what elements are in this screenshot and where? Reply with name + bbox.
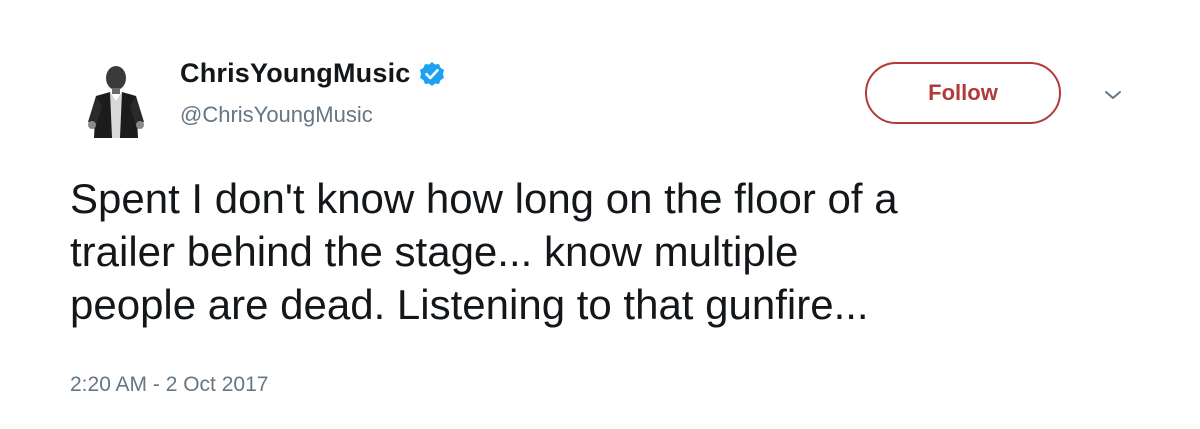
tweet-timestamp[interactable]: 2:20 AM - 2 Oct 2017 <box>70 373 268 397</box>
user-name-row[interactable]: ChrisYoungMusic <box>180 58 445 89</box>
display-name[interactable]: ChrisYoungMusic <box>180 58 411 89</box>
tweet-text: Spent I don't know how long on the floor… <box>70 175 898 328</box>
verified-badge-icon <box>419 61 445 87</box>
avatar[interactable] <box>70 52 162 144</box>
profile-photo-person-icon <box>70 52 162 144</box>
chevron-down-icon[interactable] <box>1100 86 1126 104</box>
follow-button[interactable]: Follow <box>865 62 1061 124</box>
tweet-card: ChrisYoungMusic @ChrisYoungMusic Follow … <box>0 0 1200 429</box>
user-handle[interactable]: @ChrisYoungMusic <box>180 102 373 128</box>
